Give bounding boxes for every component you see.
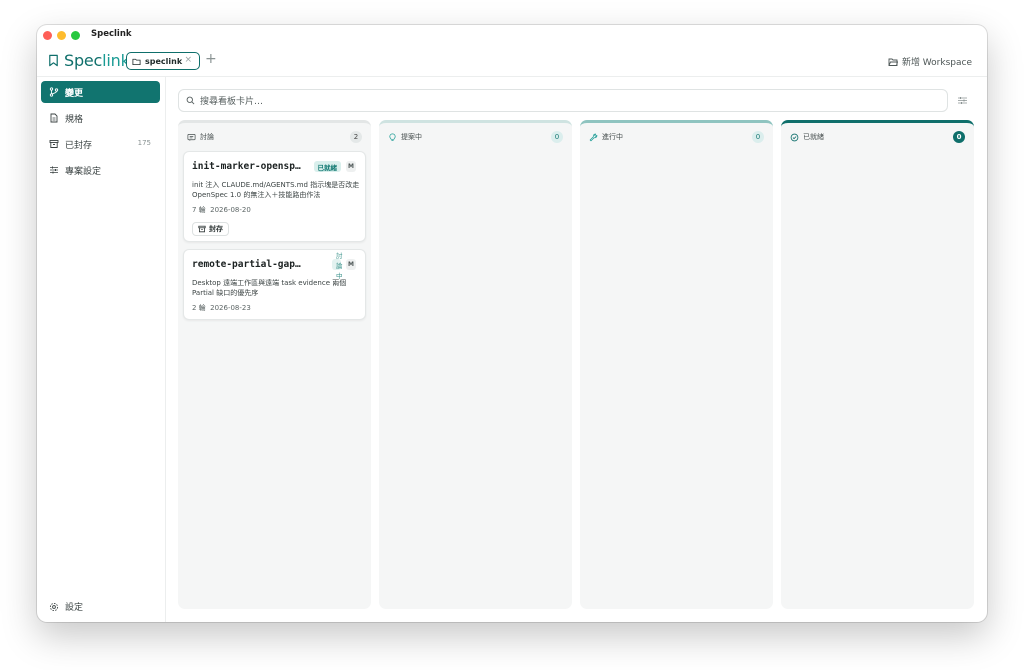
column-ready: 已就緒 0 [781,120,974,609]
column-title: 已就緒 [803,133,824,141]
column-in-progress: 進行中 0 [580,120,773,609]
size-badge: M [346,259,356,270]
column-count: 0 [953,131,965,143]
tab-label: speclink [145,56,183,66]
sidebar-item-label: 已封存 [65,140,93,151]
bookmark-icon [49,54,58,67]
column-title: 提案中 [401,133,422,141]
card-date: 2026-08-23 [210,304,251,312]
card-description: init 注入 CLAUDE.md/AGENTS.md 指示塊是否改走 Open… [192,181,360,199]
title-bar: Speclink [37,25,987,45]
column-title: 討論 [200,133,214,141]
window-title: Speclink [91,29,132,39]
status-badge: 討論中 [332,252,343,280]
new-workspace-button[interactable]: 新增 Workspace [888,55,972,68]
app-header: Speclink speclink × + 新增 Workspace [37,45,987,77]
sidebar-item-archived[interactable]: 已封存 175 [41,133,160,155]
column-count: 0 [752,131,764,143]
brand-logo: Speclink [47,51,130,70]
sidebar-item-label: 專案設定 [65,166,102,177]
column-header: 提案中 0 [388,130,563,144]
change-card[interactable]: init-marker-opensp… 已就緒 M init 注入 CLAUDE… [183,151,366,242]
settings-label: 設定 [65,603,84,613]
column-title: 進行中 [602,133,623,141]
filter-icon[interactable] [957,95,968,106]
column-count: 0 [551,131,563,143]
minimize-window-button[interactable] [57,31,66,40]
folder-icon [132,58,141,65]
archive-icon [49,140,59,148]
lightbulb-icon [389,133,396,141]
column-proposing: 提案中 0 [379,120,572,609]
app-window: Speclink Speclink speclink × + 新增 Worksp… [37,25,987,622]
search-icon [186,96,195,105]
card-title: remote-partial-gap… [192,259,301,270]
wrench-icon [589,133,598,141]
status-badge: 已就緒 [313,161,341,172]
sidebar-item-label: 變更 [65,88,84,99]
change-card[interactable]: remote-partial-gap… 討論中 M Desktop 遠端工作區與… [183,249,366,320]
tab-close-icon[interactable]: × [184,55,192,65]
document-icon [50,113,58,123]
sidebar-item-specs[interactable]: 規格 [41,107,160,129]
size-badge: M [346,161,356,172]
sliders-icon [50,166,58,174]
new-workspace-label: 新增 Workspace [901,58,972,68]
brand-name: Speclink [64,51,130,70]
card-title: init-marker-opensp… [192,161,301,172]
card-meta: 7 輪 2026-08-20 [192,205,251,215]
folder-open-icon [888,58,898,66]
gear-icon [49,602,59,611]
archive-button[interactable]: 封存 [192,222,229,236]
zoom-window-button[interactable] [71,31,80,40]
card-rounds: 2 輪 [192,304,206,312]
add-tab-button[interactable]: + [205,51,217,67]
sidebar: 變更 規格 已封存 175 專案設定 設定 [37,77,166,622]
search-placeholder: 搜尋看板卡片… [200,97,264,107]
sidebar-item-label: 規格 [65,114,84,125]
search-input[interactable]: 搜尋看板卡片… [178,89,948,112]
card-meta: 2 輪 2026-08-23 [192,303,251,313]
sidebar-item-project-settings[interactable]: 專案設定 [41,159,160,181]
archived-count: 175 [137,139,151,147]
check-circle-icon [790,133,799,141]
column-count: 2 [350,131,362,143]
git-branch-icon [49,87,59,97]
card-date: 2026-08-20 [210,206,251,214]
card-rounds: 7 輪 [192,206,206,214]
column-header: 討論 2 [187,130,362,144]
column-header: 進行中 0 [589,130,764,144]
chat-icon [187,133,196,141]
card-description: Desktop 遠端工作區與遠端 task evidence 兩個 Partia… [192,279,347,297]
column-discussion: 討論 2 init-marker-opensp… 已就緒 M init 注入 C… [178,120,371,609]
close-window-button[interactable] [43,31,52,40]
archive-label: 封存 [209,225,223,233]
archive-icon [198,225,206,233]
column-header: 已就緒 0 [790,130,965,144]
workspace-tab[interactable]: speclink × [126,52,200,70]
sidebar-item-changes[interactable]: 變更 [41,81,160,103]
settings-button[interactable]: 設定 [49,600,83,613]
